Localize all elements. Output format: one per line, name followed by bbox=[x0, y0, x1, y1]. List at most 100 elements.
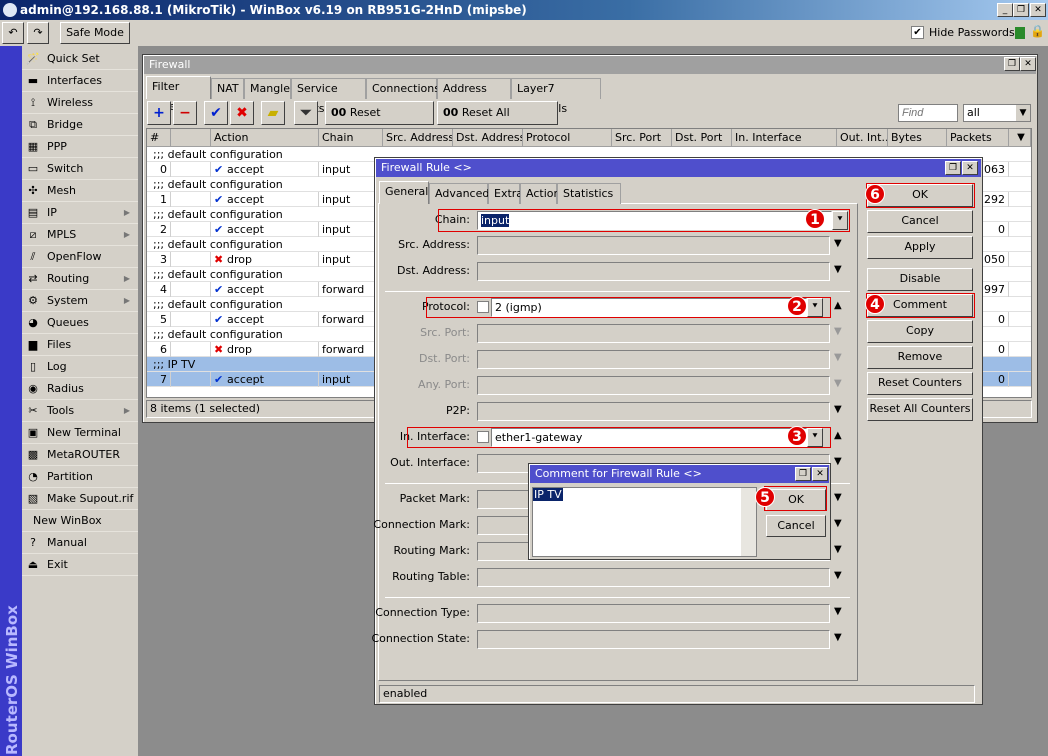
comment-scrollbar[interactable] bbox=[741, 488, 756, 556]
expand-arrow-icon[interactable]: ▼ bbox=[834, 404, 842, 415]
disable-button[interactable]: ✖ bbox=[230, 101, 254, 125]
close-button[interactable]: ✕ bbox=[1030, 3, 1046, 17]
column-header-protocol[interactable]: Protocol bbox=[523, 129, 612, 147]
rule-copy-button[interactable]: Copy bbox=[867, 320, 973, 343]
field-connection-state[interactable] bbox=[477, 630, 830, 649]
rule-reset-all-counters-button[interactable]: Reset All Counters bbox=[867, 398, 973, 421]
sidebar-item-mpls[interactable]: ⧄ MPLS ▶ bbox=[22, 224, 138, 246]
sidebar-item-bridge[interactable]: ⧉ Bridge bbox=[22, 114, 138, 136]
sidebar-item-routing[interactable]: ⇄ Routing ▶ bbox=[22, 268, 138, 290]
sidebar-item-radius[interactable]: ◉ Radius bbox=[22, 378, 138, 400]
expand-arrow-icon[interactable]: ▼ bbox=[834, 606, 842, 617]
rule-reset-counters-button[interactable]: Reset Counters bbox=[867, 372, 973, 395]
sidebar-item-quick-set[interactable]: 🪄 Quick Set bbox=[22, 48, 138, 70]
field-dst-port[interactable] bbox=[477, 350, 830, 369]
firewall-maximize-button[interactable]: ❐ bbox=[1004, 57, 1020, 71]
collapse-arrow-icon[interactable]: ▲ bbox=[834, 430, 842, 441]
filter-select[interactable]: all ▼ bbox=[963, 104, 1031, 122]
minimize-button[interactable]: _ bbox=[997, 3, 1013, 17]
column-header-action[interactable]: Action bbox=[211, 129, 319, 147]
expand-arrow-icon[interactable]: ▼ bbox=[834, 544, 842, 555]
remove-button[interactable]: − bbox=[173, 101, 197, 125]
column-header-dst-port[interactable]: Dst. Port bbox=[672, 129, 732, 147]
sidebar-item-interfaces[interactable]: ▬ Interfaces bbox=[22, 70, 138, 92]
field-src-address[interactable] bbox=[477, 236, 830, 255]
sidebar-item-ip[interactable]: ▤ IP ▶ bbox=[22, 202, 138, 224]
column-header-blank[interactable] bbox=[171, 129, 211, 147]
find-input[interactable] bbox=[898, 104, 958, 122]
field-routing-table[interactable] bbox=[477, 568, 830, 587]
comment-close-button[interactable]: ✕ bbox=[812, 467, 828, 481]
tab-layer7-protocols[interactable]: Layer7 Protocols bbox=[511, 78, 601, 115]
reset-counters-button[interactable]: 00 Reset Counters bbox=[325, 101, 434, 141]
sidebar-item-log[interactable]: ▯ Log bbox=[22, 356, 138, 378]
sidebar-item-ppp[interactable]: ▦ PPP bbox=[22, 136, 138, 158]
tab-connections[interactable]: Connections bbox=[366, 78, 440, 99]
sidebar-item-files[interactable]: ▆ Files bbox=[22, 334, 138, 356]
column-header-src-port[interactable]: Src. Port bbox=[612, 129, 672, 147]
filter-button[interactable]: ⏷ bbox=[294, 101, 318, 125]
column-header-dst-address[interactable]: Dst. Address bbox=[453, 129, 523, 147]
expand-arrow-icon[interactable]: ▼ bbox=[834, 352, 842, 363]
sidebar-item-manual[interactable]: ? Manual bbox=[22, 532, 138, 554]
reset-all-counters-button[interactable]: 00 Reset All Counters bbox=[437, 101, 558, 141]
tab-nat[interactable]: NAT bbox=[211, 78, 244, 99]
sidebar-item-wireless[interactable]: ⟟ Wireless bbox=[22, 92, 138, 114]
collapse-arrow-icon[interactable]: ▲ bbox=[834, 300, 842, 311]
sidebar-item-new-terminal[interactable]: ▣ New Terminal bbox=[22, 422, 138, 444]
expand-arrow-icon[interactable]: ▼ bbox=[834, 456, 842, 467]
sidebar-item-queues[interactable]: ◕ Queues bbox=[22, 312, 138, 334]
expand-arrow-icon[interactable]: ▼ bbox=[834, 378, 842, 389]
expand-arrow-icon[interactable]: ▼ bbox=[834, 632, 842, 643]
rule-apply-button[interactable]: Apply bbox=[867, 236, 973, 259]
column-header-chain[interactable]: Chain bbox=[319, 129, 383, 147]
add-button[interactable]: + bbox=[147, 101, 171, 125]
field-connection-type[interactable] bbox=[477, 604, 830, 623]
comment-textarea[interactable]: IP TV bbox=[532, 487, 757, 557]
undo-button[interactable]: ↶ bbox=[2, 22, 24, 44]
column-header-blank[interactable]: # bbox=[147, 129, 171, 147]
maximize-button[interactable]: ❐ bbox=[1013, 3, 1029, 17]
rule-tab-statistics[interactable]: Statistics bbox=[557, 183, 621, 204]
sidebar-item-system[interactable]: ⚙ System ▶ bbox=[22, 290, 138, 312]
expand-arrow-icon[interactable]: ▼ bbox=[834, 238, 842, 249]
column-header-src-address[interactable]: Src. Address bbox=[383, 129, 453, 147]
sidebar-item-exit[interactable]: ⏏ Exit bbox=[22, 554, 138, 576]
rule-remove-button[interactable]: Remove bbox=[867, 346, 973, 369]
expand-arrow-icon[interactable]: ▼ bbox=[834, 570, 842, 581]
sidebar-item-metarouter[interactable]: ▩ MetaROUTER bbox=[22, 444, 138, 466]
rule-maximize-button[interactable]: ❐ bbox=[945, 161, 961, 175]
firewall-close-button[interactable]: ✕ bbox=[1020, 57, 1036, 71]
rule-cancel-button[interactable]: Cancel bbox=[867, 210, 973, 233]
comment-cancel-button[interactable]: Cancel bbox=[766, 515, 826, 537]
column-header-in-interface[interactable]: In. Interface bbox=[732, 129, 837, 147]
rule-tab-general[interactable]: General bbox=[379, 181, 429, 204]
safe-mode-button[interactable]: Safe Mode bbox=[60, 22, 130, 44]
tab-mangle[interactable]: Mangle bbox=[244, 78, 291, 99]
expand-arrow-icon[interactable]: ▼ bbox=[834, 326, 842, 337]
column-header-packets[interactable]: Packets bbox=[947, 129, 1009, 147]
comment-button[interactable]: ▰ bbox=[261, 101, 285, 125]
column-header-out-int[interactable]: Out. Int... bbox=[837, 129, 888, 147]
comment-maximize-button[interactable]: ❐ bbox=[795, 467, 811, 481]
rule-tab-extra[interactable]: Extra bbox=[488, 183, 523, 204]
rule-disable-button[interactable]: Disable bbox=[867, 268, 973, 291]
rule-close-button[interactable]: ✕ bbox=[962, 161, 978, 175]
field-p2p[interactable] bbox=[477, 402, 830, 421]
sidebar-item-tools[interactable]: ✂ Tools ▶ bbox=[22, 400, 138, 422]
expand-arrow-icon[interactable]: ▼ bbox=[834, 518, 842, 529]
tab-address-lists[interactable]: Address Lists bbox=[437, 78, 511, 115]
expand-arrow-icon[interactable]: ▼ bbox=[834, 264, 842, 275]
field-src-port[interactable] bbox=[477, 324, 830, 343]
sidebar-item-new-winbox[interactable]: New WinBox bbox=[22, 510, 138, 532]
field-dst-address[interactable] bbox=[477, 262, 830, 281]
sidebar-item-openflow[interactable]: ⫽ OpenFlow bbox=[22, 246, 138, 268]
sidebar-item-mesh[interactable]: ✣ Mesh bbox=[22, 180, 138, 202]
redo-button[interactable]: ↷ bbox=[27, 22, 49, 44]
tab-service-ports[interactable]: Service Ports bbox=[291, 78, 366, 115]
tab-filter-rules[interactable]: Filter Rules bbox=[146, 76, 211, 113]
field-any-port[interactable] bbox=[477, 376, 830, 395]
sidebar-item-partition[interactable]: ◔ Partition bbox=[22, 466, 138, 488]
enable-button[interactable]: ✔ bbox=[204, 101, 228, 125]
expand-arrow-icon[interactable]: ▼ bbox=[834, 492, 842, 503]
